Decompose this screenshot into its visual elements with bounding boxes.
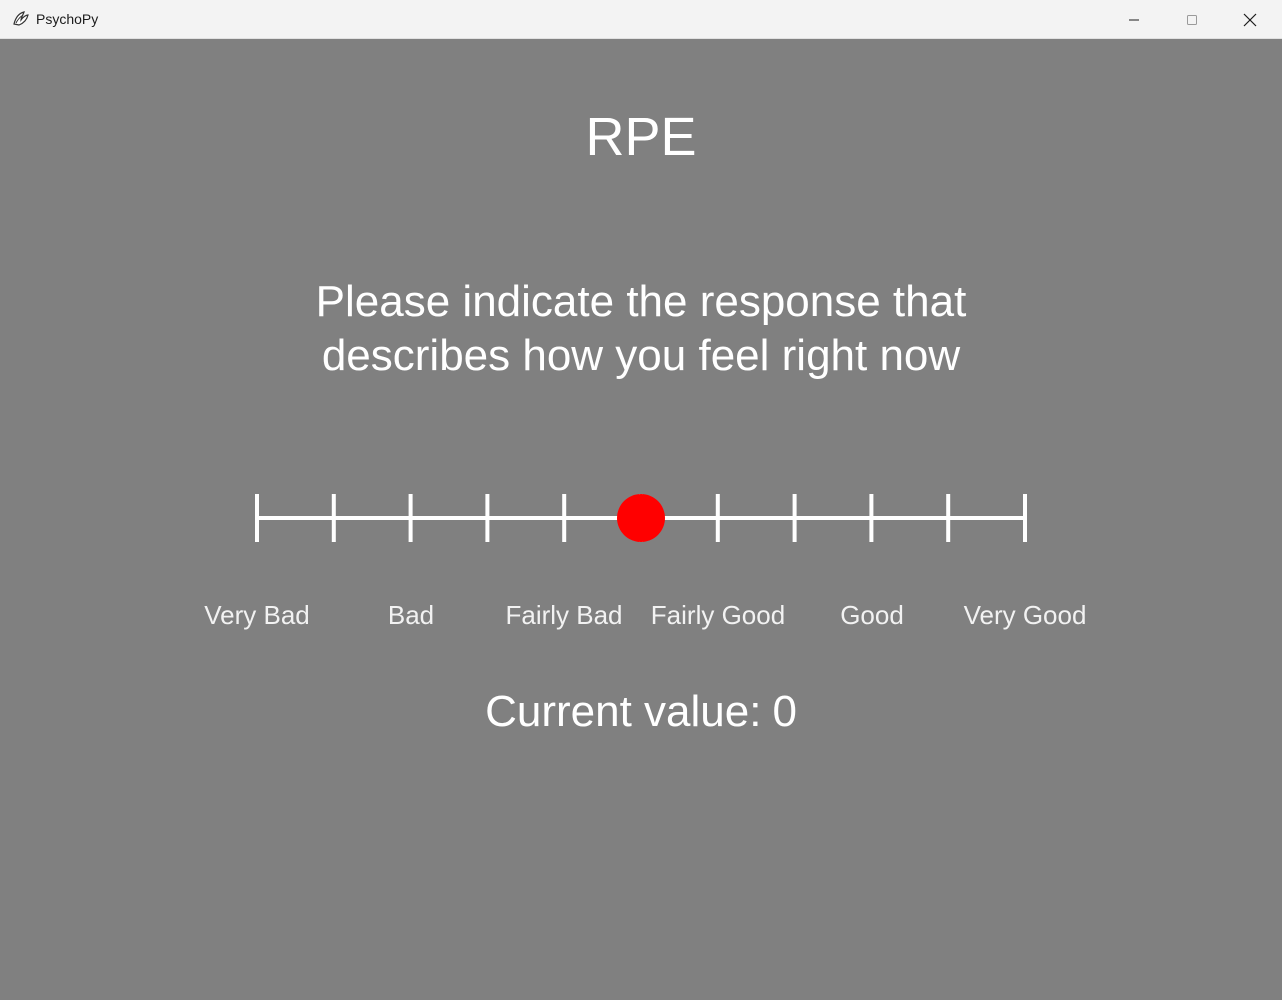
slider-label: Fairly Good — [650, 600, 786, 630]
experiment-screen: RPE Please indicate the response that de… — [0, 39, 1282, 1000]
current-value-label: Current value: — [485, 687, 762, 736]
close-button[interactable] — [1221, 0, 1279, 39]
slider-label: Very Bad — [204, 600, 310, 630]
psychopy-icon — [13, 11, 29, 26]
maximize-icon — [1187, 14, 1197, 25]
slider-label: Good — [840, 600, 904, 630]
maximize-button[interactable] — [1163, 0, 1221, 39]
slider-label: Bad — [387, 600, 435, 630]
window-title: PsychoPy — [36, 11, 99, 27]
title-bar[interactable]: PsychoPy — [0, 0, 1282, 39]
current-value-number: 0 — [772, 687, 797, 736]
slider-label: Fairly Bad — [505, 600, 623, 630]
rating-slider[interactable] — [0, 39, 1282, 639]
slider-marker[interactable] — [617, 494, 665, 542]
minimize-icon — [1129, 19, 1139, 20]
close-icon — [1243, 13, 1257, 26]
slider-label: Very Good — [963, 600, 1087, 630]
minimize-button[interactable] — [1105, 0, 1163, 39]
current-value-readout: Current value: 0 — [0, 685, 1282, 739]
psychopy-window: PsychoPy RPE Please indicate the respons… — [0, 0, 1282, 1000]
